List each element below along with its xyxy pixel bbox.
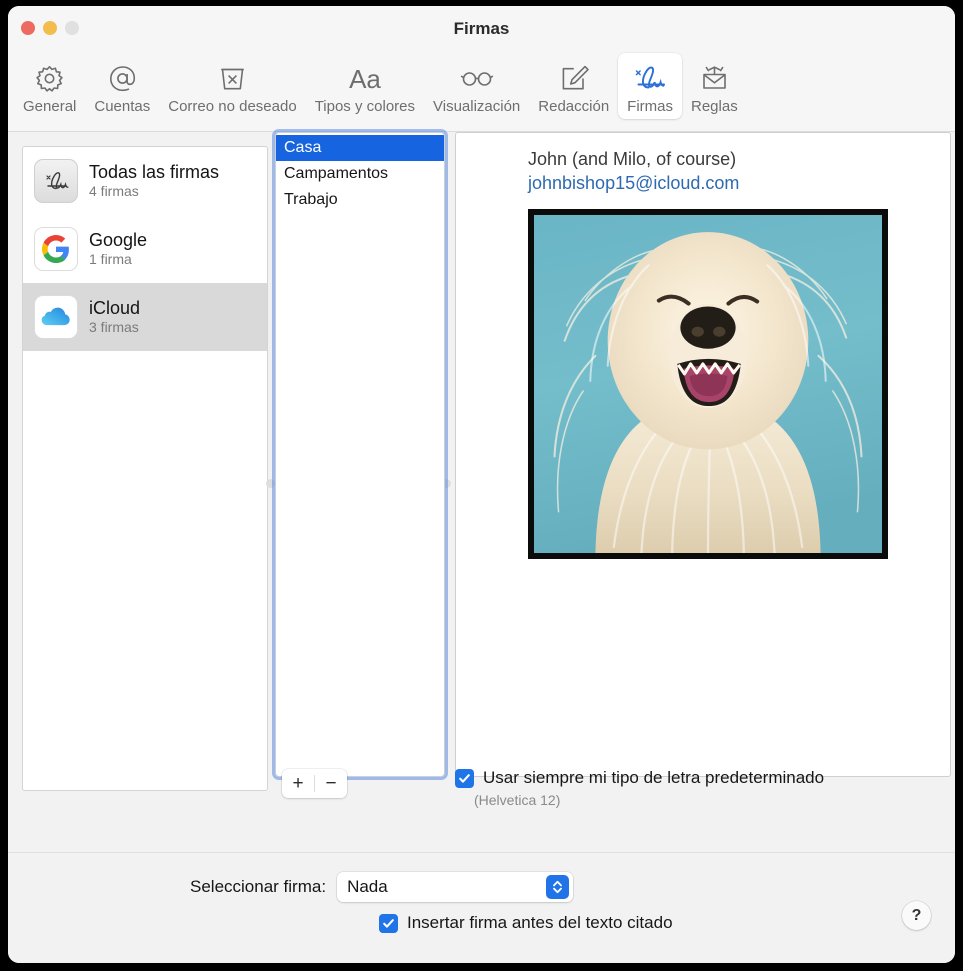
account-text: Todas las firmas 4 firmas — [89, 162, 219, 200]
toolbar-item-firmas[interactable]: Firmas — [618, 53, 682, 119]
toolbar-item-tipos-y-colores[interactable]: Aa Tipos y colores — [306, 53, 424, 119]
toolbar-item-correo-no-deseado[interactable]: Correo no deseado — [159, 53, 305, 119]
toolbar-item-redaccion[interactable]: Redacción — [529, 53, 618, 119]
insert-before-quoted-checkbox[interactable] — [379, 914, 398, 934]
account-text: Google 1 firma — [89, 230, 147, 268]
at-sign-icon — [106, 59, 139, 97]
toolbar-label: Visualización — [433, 98, 521, 115]
default-font-text: Usar siempre mi tipo de letra predetermi… — [474, 768, 824, 808]
account-count: 4 firmas — [89, 183, 139, 200]
title-bar: Firmas — [8, 6, 955, 52]
signatures-content: Todas las firmas 4 firmas Google 1 firma — [8, 132, 955, 852]
help-button[interactable]: ? — [902, 901, 931, 930]
signature-item-trabajo[interactable]: Trabajo — [276, 187, 444, 213]
preview-email[interactable]: johnbishop15@icloud.com — [528, 171, 950, 195]
toolbar-label: Correo no deseado — [168, 98, 297, 115]
signature-item-casa[interactable]: Casa — [276, 135, 444, 161]
preferences-toolbar: General Cuentas Correo no deseado Aa Tip… — [8, 52, 955, 132]
insert-before-quoted-label: Insertar firma antes del texto citado — [407, 913, 673, 932]
chevron-up-down-icon — [546, 875, 570, 899]
toolbar-item-visualizacion[interactable]: Visualización — [424, 53, 529, 119]
account-row-all-signatures[interactable]: Todas las firmas 4 firmas — [23, 147, 267, 215]
account-row-google[interactable]: Google 1 firma — [23, 215, 267, 283]
select-signature-popup[interactable]: Nada — [337, 872, 574, 902]
account-row-icloud[interactable]: iCloud 3 firmas — [23, 283, 267, 351]
account-name: Google — [89, 230, 148, 251]
toolbar-label: Cuentas — [94, 98, 151, 115]
gear-icon — [33, 59, 66, 97]
toolbar-label: Reglas — [691, 98, 738, 115]
signature-list-items: Casa Campamentos Trabajo — [276, 133, 444, 213]
preview-name: John (and Milo, of course) — [528, 149, 737, 169]
add-signature-button[interactable]: + — [282, 769, 314, 798]
preferences-window: Firmas General Cuentas Correo no deseado… — [8, 6, 955, 963]
toolbar-label: Redacción — [538, 98, 610, 115]
account-text: iCloud 3 firmas — [89, 298, 140, 336]
signature-preview[interactable]: John (and Milo, of course) johnbishop15@… — [455, 132, 951, 777]
signature-add-remove-control: + − — [282, 769, 347, 798]
google-g-icon — [34, 227, 78, 271]
account-name: iCloud — [89, 298, 141, 319]
select-signature-value: Nada — [347, 877, 388, 896]
default-font-sub: (Helvetica 12) — [474, 792, 561, 809]
select-signature-row: Seleccionar firma: Nada — [190, 872, 574, 902]
toolbar-item-cuentas[interactable]: Cuentas — [85, 53, 159, 119]
toolbar-label: Firmas — [627, 98, 673, 115]
account-count: 3 firmas — [89, 319, 139, 336]
account-name: Todas las firmas — [89, 162, 220, 183]
signature-icon — [34, 159, 78, 203]
signature-label: Casa — [284, 139, 322, 156]
account-count: 1 firma — [89, 251, 132, 268]
signature-label: Campamentos — [284, 165, 389, 182]
fonts-colors-icon: Aa — [342, 59, 388, 97]
svg-text:Aa: Aa — [349, 64, 381, 94]
select-signature-label: Seleccionar firma: — [190, 877, 327, 896]
toolbar-label: General — [23, 98, 77, 115]
toolbar-item-reglas[interactable]: Reglas — [682, 53, 747, 119]
insert-before-quoted-option[interactable]: Insertar firma antes del texto citado — [379, 913, 673, 934]
signature-label: Trabajo — [284, 191, 338, 208]
accounts-list[interactable]: Todas las firmas 4 firmas Google 1 firma — [22, 146, 268, 791]
signature-list[interactable]: Casa Campamentos Trabajo — [275, 132, 445, 777]
compose-pencil-icon — [557, 59, 590, 97]
eyeglasses-icon — [457, 59, 497, 97]
icloud-icon — [34, 295, 78, 339]
toolbar-item-general[interactable]: General — [14, 53, 85, 119]
afghan-hound-photo — [534, 214, 882, 553]
default-font-checkbox[interactable] — [455, 769, 474, 788]
footer-bar: Seleccionar firma: Nada Insertar firma a… — [8, 852, 955, 963]
default-font-option[interactable]: Usar siempre mi tipo de letra predetermi… — [455, 768, 824, 808]
window-title: Firmas — [453, 19, 510, 38]
signature-item-campamentos[interactable]: Campamentos — [276, 161, 444, 187]
preview-photo-frame — [528, 208, 888, 559]
signature-icon — [628, 59, 672, 97]
rules-envelope-icon — [698, 59, 731, 97]
remove-signature-button[interactable]: − — [315, 769, 347, 798]
toolbar-label: Tipos y colores — [314, 98, 415, 115]
junk-bin-icon — [216, 59, 249, 97]
preview-content: John (and Milo, of course) johnbishop15@… — [456, 133, 950, 559]
default-font-label: Usar siempre mi tipo de letra predetermi… — [483, 768, 825, 787]
split-handle-left[interactable] — [266, 479, 275, 488]
